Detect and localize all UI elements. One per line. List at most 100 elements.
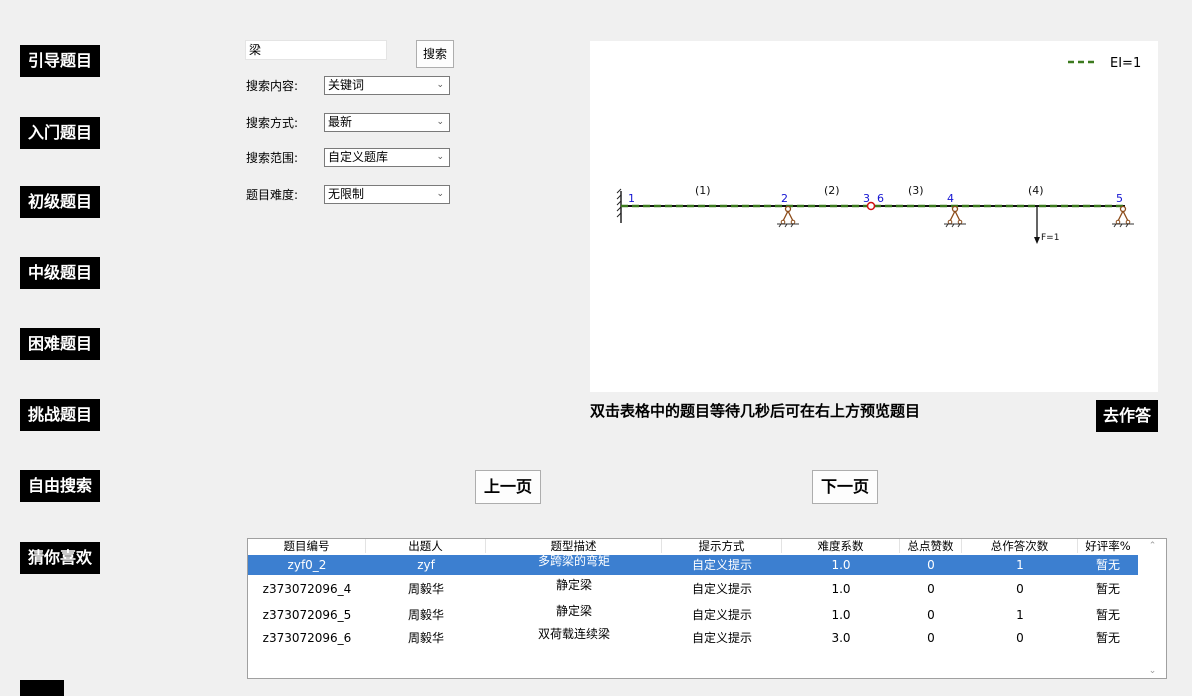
element-label-1: (1)	[695, 184, 711, 197]
table-row[interactable]: zyf0_2 zyf 多跨梁的弯矩 自定义提示 1.0 0 1 暂无	[248, 555, 1138, 575]
cell-likes: 0	[927, 582, 935, 596]
corner-block	[20, 680, 64, 696]
results-table[interactable]: 题目编号 出题人 题型描述 提示方式 难度系数 总点赞数 总作答次数 好评率% …	[247, 538, 1167, 679]
cell-description: 双荷载连续梁	[537, 627, 610, 641]
table-row[interactable]: z373072096_6 周毅华 双荷载连续梁 自定义提示 3.0 0 0 暂无	[248, 628, 1138, 648]
cell-rating: 暂无	[1095, 608, 1120, 622]
cell-author: zyf	[417, 558, 435, 572]
col-header-description[interactable]: 题型描述	[486, 539, 662, 553]
cell-attempts: 0	[1016, 631, 1024, 645]
scroll-up-icon[interactable]: ⌃	[1139, 541, 1166, 551]
cell-difficulty: 3.0	[831, 631, 851, 645]
col-header-hint-type[interactable]: 提示方式	[662, 539, 782, 553]
cell-author: 周毅华	[407, 608, 444, 622]
prev-page-button[interactable]: 上一页	[475, 470, 541, 504]
node-label-6: 6	[877, 192, 884, 205]
pin-support-node-2	[777, 205, 799, 228]
nav-beginner-button[interactable]: 入门题目	[20, 117, 101, 149]
point-load-arrow: F=1	[1034, 206, 1059, 244]
col-header-rating[interactable]: 好评率%	[1078, 539, 1138, 553]
beam-diagram: EI=1 F=1 1 2 3 6 4 5 (1) (2) (3) (4)	[616, 56, 1141, 244]
cell-attempts: 0	[1016, 582, 1024, 596]
fixed-support	[616, 188, 622, 223]
cell-attempts: 1	[1016, 608, 1024, 622]
cell-id: zyf0_2	[287, 558, 327, 572]
search-scope-select[interactable]: 自定义题库 ⌄	[324, 148, 450, 167]
load-label: F=1	[1041, 233, 1059, 243]
nav-recommend-button[interactable]: 猜你喜欢	[20, 542, 101, 574]
table-scrollbar[interactable]: ⌃ ⌄	[1139, 539, 1166, 678]
cell-difficulty: 1.0	[831, 558, 851, 572]
table-row[interactable]: z373072096_4 周毅华 静定梁 自定义提示 1.0 0 0 暂无	[248, 579, 1138, 599]
cell-rating: 暂无	[1095, 558, 1120, 572]
cell-difficulty: 1.0	[831, 582, 851, 596]
pin-support-node-5	[1112, 205, 1134, 228]
search-content-label: 搜索内容:	[246, 79, 299, 93]
cell-likes: 0	[927, 558, 935, 572]
cell-difficulty: 1.0	[831, 608, 851, 622]
difficulty-value: 无限制	[328, 187, 365, 201]
search-method-select[interactable]: 最新 ⌄	[324, 113, 450, 132]
go-answer-button[interactable]: 去作答	[1096, 400, 1158, 432]
chevron-down-icon: ⌄	[436, 117, 444, 127]
nav-intermediate-button[interactable]: 中级题目	[20, 257, 101, 289]
cell-likes: 0	[927, 608, 935, 622]
cell-author: 周毅华	[407, 631, 444, 645]
cell-description: 多跨梁的弯矩	[537, 554, 610, 568]
table-header: 题目编号 出题人 题型描述 提示方式 难度系数 总点赞数 总作答次数 好评率%	[248, 539, 1138, 553]
pin-support-node-4	[944, 205, 966, 228]
nav-guide-button[interactable]: 引导题目	[20, 45, 101, 77]
search-content-select[interactable]: 关键词 ⌄	[324, 76, 450, 95]
nav-challenge-button[interactable]: 挑战题目	[20, 399, 101, 431]
node-label-5: 5	[1116, 192, 1123, 205]
element-label-2: (2)	[824, 184, 840, 197]
search-scope-label: 搜索范围:	[246, 151, 299, 165]
search-method-label: 搜索方式:	[246, 116, 299, 130]
nav-hard-button[interactable]: 困难题目	[20, 328, 101, 360]
cell-hint-type: 自定义提示	[691, 608, 752, 622]
search-content-value: 关键词	[328, 78, 365, 92]
element-label-3: (3)	[908, 184, 924, 197]
problem-preview-panel: EI=1 F=1 1 2 3 6 4 5 (1) (2) (3) (4)	[590, 41, 1158, 392]
chevron-down-icon: ⌄	[436, 189, 444, 199]
cell-rating: 暂无	[1095, 582, 1120, 596]
cell-id: z373072096_5	[262, 608, 352, 622]
node-label-3: 3	[863, 192, 870, 205]
col-header-author[interactable]: 出题人	[366, 539, 486, 553]
table-row[interactable]: z373072096_5 周毅华 静定梁 自定义提示 1.0 0 1 暂无	[248, 605, 1138, 625]
cell-description: 静定梁	[555, 604, 592, 618]
element-label-4: (4)	[1028, 184, 1044, 197]
search-button[interactable]: 搜索	[416, 40, 454, 68]
chevron-down-icon: ⌄	[436, 152, 444, 162]
scroll-down-icon[interactable]: ⌄	[1139, 666, 1166, 676]
chevron-down-icon: ⌄	[436, 80, 444, 90]
col-header-likes[interactable]: 总点赞数	[900, 539, 962, 553]
preview-hint-text: 双击表格中的题目等待几秒后可在右上方预览题目	[590, 402, 921, 420]
search-scope-value: 自定义题库	[328, 150, 389, 164]
node-label-4: 4	[947, 192, 954, 205]
node-label-1: 1	[628, 192, 635, 205]
cell-hint-type: 自定义提示	[691, 631, 752, 645]
col-header-difficulty[interactable]: 难度系数	[782, 539, 900, 553]
cell-hint-type: 自定义提示	[691, 582, 752, 596]
legend: EI=1	[1068, 56, 1141, 71]
cell-description: 静定梁	[555, 578, 592, 592]
cell-hint-type: 自定义提示	[691, 558, 752, 572]
col-header-id[interactable]: 题目编号	[248, 539, 366, 553]
cell-attempts: 1	[1016, 558, 1024, 572]
cell-id: z373072096_4	[262, 582, 352, 596]
cell-id: z373072096_6	[262, 631, 352, 645]
nav-free-search-button[interactable]: 自由搜索	[20, 470, 101, 502]
cell-author: 周毅华	[407, 582, 444, 596]
legend-label: EI=1	[1110, 56, 1141, 71]
node-label-2: 2	[781, 192, 788, 205]
cell-rating: 暂无	[1095, 631, 1120, 645]
difficulty-select[interactable]: 无限制 ⌄	[324, 185, 450, 204]
nav-elementary-button[interactable]: 初级题目	[20, 186, 101, 218]
col-header-attempts[interactable]: 总作答次数	[962, 539, 1078, 553]
search-input[interactable]: 梁	[245, 40, 387, 60]
cell-likes: 0	[927, 631, 935, 645]
difficulty-label: 题目难度:	[246, 188, 299, 202]
next-page-button[interactable]: 下一页	[812, 470, 878, 504]
search-method-value: 最新	[328, 115, 353, 129]
